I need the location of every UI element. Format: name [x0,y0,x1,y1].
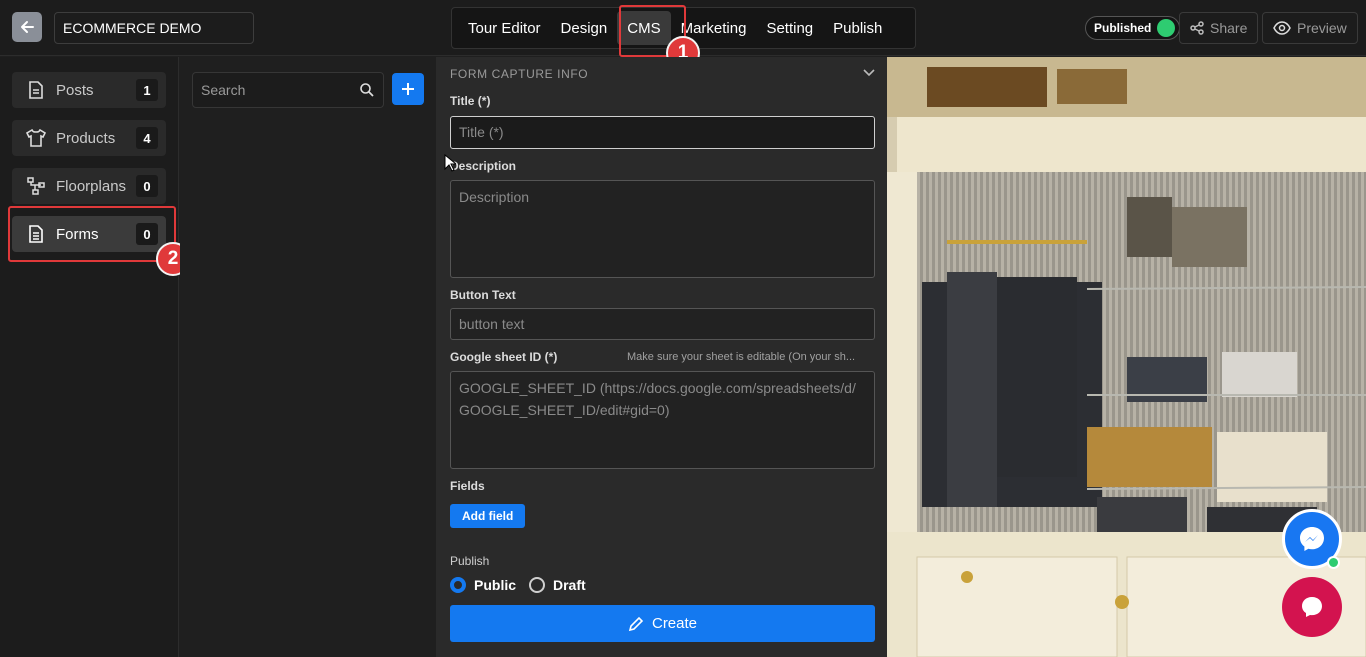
sidebar-item-count: 4 [136,127,158,149]
google-sheet-hint: Make sure your sheet is editable (On you… [627,351,856,363]
description-label: Description [450,159,517,173]
project-name-input[interactable]: ECOMMERCE DEMO [54,12,254,44]
add-field-button[interactable]: Add field [450,504,526,528]
publish-label: Publish [450,554,490,568]
status-dot-icon [1157,19,1176,37]
chat-bubble-icon [1302,597,1322,617]
mouse-cursor-icon [444,154,456,172]
title-placeholder: Title (*) [459,124,504,140]
google-sheet-placeholder: GOOGLE_SHEET_ID (https://docs.google.com… [459,380,856,418]
publish-public-radio[interactable]: Public [450,577,516,593]
store-scene-image [887,57,1366,657]
nav-publish[interactable]: Publish [823,11,892,45]
sidebar: Posts 1 Products 4 Floorplans 0 Forms 0 [0,57,179,657]
google-sheet-label: Google sheet ID (*) [450,350,558,364]
sidebar-item-label: Floorplans [56,177,127,195]
forms-highlight-box [8,206,176,262]
sidebar-item-label: Posts [56,81,94,99]
nav-tour-editor[interactable]: Tour Editor [458,11,551,45]
sidebar-item-products[interactable]: Products 4 [12,120,166,156]
sidebar-item-count: 0 [136,175,158,197]
section-title: FORM CAPTURE INFO [450,67,589,81]
search-placeholder: Search [201,82,246,98]
preview-label: Preview [1297,20,1347,36]
item-list-panel: Search [180,57,436,657]
nav-design[interactable]: Design [551,11,618,45]
form-capture-panel: FORM CAPTURE INFO Title (*) Title (*) De… [436,57,887,657]
share-label: Share [1210,20,1248,36]
shirt-icon [26,128,46,148]
back-button[interactable] [12,12,42,42]
document-icon [26,80,46,100]
sidebar-item-posts[interactable]: Posts 1 [12,72,166,108]
messenger-icon [1300,527,1324,551]
plus-icon [402,83,414,95]
create-button[interactable]: Create [450,605,875,642]
description-placeholder: Description [459,189,530,205]
published-status-toggle[interactable]: Published [1085,16,1181,40]
button-text-placeholder: button text [459,316,525,332]
radio-unchecked-icon [529,577,545,593]
sidebar-item-label: Products [56,129,116,147]
share-button[interactable]: Share [1179,12,1259,44]
search-icon [360,83,374,97]
description-textarea[interactable]: Description [450,180,875,278]
online-dot-icon [1327,556,1340,569]
button-text-label: Button Text [450,288,516,302]
title-label: Title (*) [450,94,491,108]
create-label: Create [651,615,698,632]
preview-button[interactable]: Preview [1262,12,1358,44]
fields-label: Fields [450,479,485,493]
chat-button[interactable] [1282,577,1342,637]
share-icon [1190,21,1204,35]
published-label: Published [1094,21,1152,35]
button-text-input[interactable]: button text [450,308,875,340]
floorplan-icon [26,176,46,196]
radio-label: Public [474,577,517,593]
sidebar-item-floorplans[interactable]: Floorplans 0 [12,168,166,204]
chevron-down-icon[interactable] [863,69,875,77]
publish-draft-radio[interactable]: Draft [529,577,586,593]
add-item-button[interactable] [392,73,424,105]
tour-preview-image[interactable] [887,57,1366,657]
title-input[interactable]: Title (*) [450,116,875,149]
sidebar-item-count: 1 [136,79,158,101]
eye-icon [1273,21,1291,35]
arrow-left-icon [21,21,34,33]
search-input[interactable]: Search [192,72,384,108]
google-sheet-textarea[interactable]: GOOGLE_SHEET_ID (https://docs.google.com… [450,371,875,469]
pencil-icon [628,616,644,631]
nav-setting[interactable]: Setting [756,11,823,45]
radio-label: Draft [553,577,586,593]
radio-checked-icon [450,577,466,593]
